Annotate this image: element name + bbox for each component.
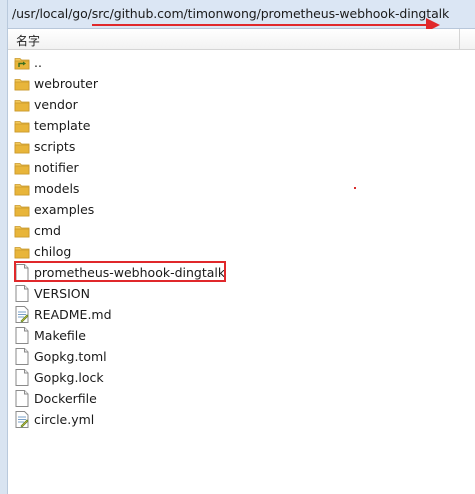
folder-icon [14, 201, 30, 219]
file-name: .. [34, 55, 42, 70]
file-row[interactable]: Gopkg.toml [14, 346, 454, 367]
file-row[interactable]: webrouter [14, 73, 454, 94]
file-name: template [34, 118, 91, 133]
file-name: notifier [34, 160, 79, 175]
file-name: VERSION [34, 286, 90, 301]
file-row[interactable]: prometheus-webhook-dingtalk [14, 262, 454, 283]
file-name: examples [34, 202, 95, 217]
text-document-icon [14, 411, 30, 429]
file-name: webrouter [34, 76, 99, 91]
file-name: vendor [34, 97, 78, 112]
file-name: Makefile [34, 328, 86, 343]
annotation-dot [354, 187, 356, 189]
column-header-label: 名字 [16, 34, 41, 48]
folder-icon [14, 222, 30, 240]
file-row[interactable]: Gopkg.lock [14, 367, 454, 388]
file-row[interactable]: examples [14, 199, 454, 220]
file-icon [14, 264, 30, 282]
file-name: scripts [34, 139, 76, 154]
file-row[interactable]: Makefile [14, 325, 454, 346]
left-edge-strip [0, 0, 8, 494]
file-row[interactable]: template [14, 115, 454, 136]
file-icon [14, 348, 30, 366]
folder-icon [14, 117, 30, 135]
file-name: models [34, 181, 80, 196]
file-list: .. webrouter vendor template scripts notifier… [14, 52, 454, 430]
folder-icon [14, 75, 30, 93]
file-row[interactable]: circle.yml [14, 409, 454, 430]
file-name: Gopkg.lock [34, 370, 104, 385]
file-row[interactable]: cmd [14, 220, 454, 241]
parent-folder-icon [14, 54, 30, 72]
file-name: README.md [34, 307, 112, 322]
file-row[interactable]: Dockerfile [14, 388, 454, 409]
file-name: cmd [34, 223, 61, 238]
file-name: prometheus-webhook-dingtalk [34, 265, 226, 280]
folder-icon [14, 180, 30, 198]
file-name: Dockerfile [34, 391, 97, 406]
file-name: circle.yml [34, 412, 95, 427]
folder-icon [14, 159, 30, 177]
file-icon [14, 390, 30, 408]
file-icon [14, 327, 30, 345]
file-row[interactable]: notifier [14, 157, 454, 178]
column-header-name[interactable]: 名字 [8, 29, 475, 50]
file-icon [14, 369, 30, 387]
text-document-icon [14, 306, 30, 324]
folder-icon [14, 243, 30, 261]
file-row[interactable]: VERSION [14, 283, 454, 304]
file-row[interactable]: README.md [14, 304, 454, 325]
file-name: Gopkg.toml [34, 349, 107, 364]
file-manager-window: /usr/local/go/src/github.com/timonwong/p… [0, 0, 475, 494]
file-row[interactable]: models [14, 178, 454, 199]
file-row[interactable]: chilog [14, 241, 454, 262]
file-row[interactable]: vendor [14, 94, 454, 115]
address-bar[interactable]: /usr/local/go/src/github.com/timonwong/p… [8, 0, 475, 29]
folder-icon [14, 138, 30, 156]
file-icon [14, 285, 30, 303]
column-divider[interactable] [459, 29, 460, 49]
address-path[interactable]: /usr/local/go/src/github.com/timonwong/p… [12, 6, 449, 21]
folder-icon [14, 96, 30, 114]
file-row[interactable]: .. [14, 52, 454, 73]
file-row[interactable]: scripts [14, 136, 454, 157]
file-name: chilog [34, 244, 72, 259]
